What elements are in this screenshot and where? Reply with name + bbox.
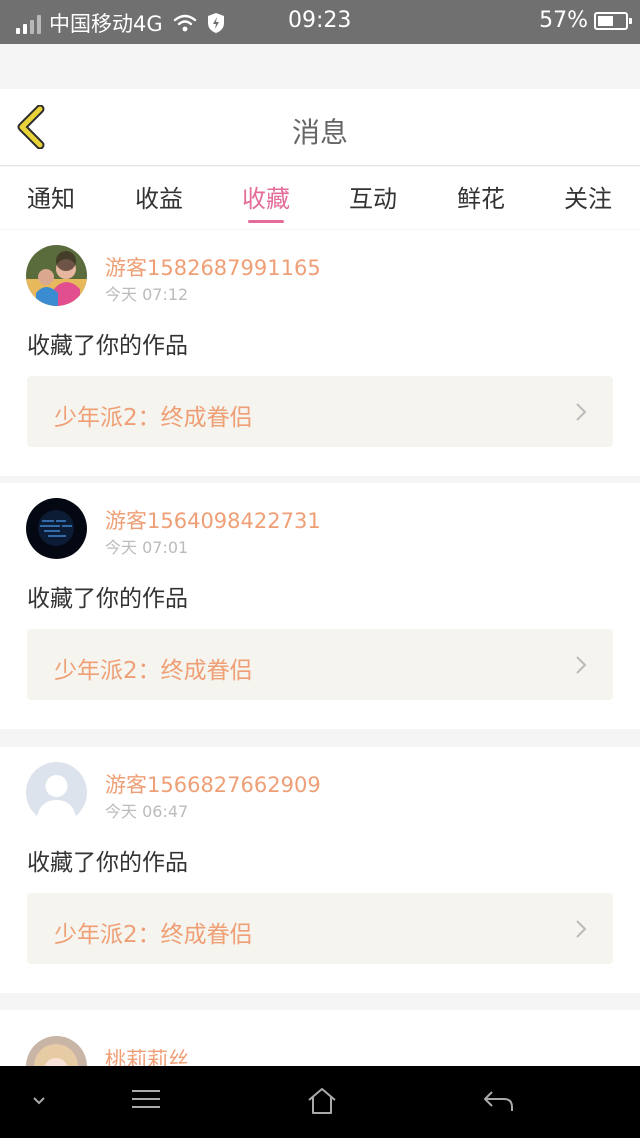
timestamp: 今天 07:01 — [105, 538, 189, 557]
chevron-right-icon — [576, 403, 587, 421]
work-link[interactable]: 少年派2：终成眷侣 — [27, 629, 613, 700]
username[interactable]: 游客1566827662909 — [105, 769, 321, 799]
back-arrow-icon[interactable] — [482, 1088, 514, 1114]
tab-notifications[interactable]: 通知 — [11, 179, 91, 214]
signal-icon — [16, 12, 41, 34]
tab-interactions[interactable]: 互动 — [333, 179, 413, 214]
message-card: 游客1564098422731 今天 07:01 收藏了你的作品 少年派2：终成… — [0, 483, 640, 729]
work-title: 少年派2：终成眷侣 — [54, 405, 253, 431]
carrier-label: 中国移动4G — [49, 12, 163, 36]
tab-flowers[interactable]: 鲜花 — [441, 179, 521, 214]
username[interactable]: 游客1564098422731 — [105, 505, 321, 535]
action-text: 收藏了你的作品 — [27, 333, 188, 359]
page-title: 消息 — [291, 116, 348, 149]
avatar[interactable] — [26, 1036, 87, 1066]
menu-icon[interactable] — [131, 1088, 161, 1110]
tab-label: 收藏 — [242, 185, 290, 213]
active-tab-indicator — [248, 220, 284, 223]
message-card: 桃莉莉丝 — [0, 1010, 640, 1066]
tab-label: 收益 — [135, 185, 183, 213]
clock: 09:23 — [288, 8, 352, 33]
header: 消息 — [0, 89, 640, 166]
tab-label: 通知 — [27, 185, 75, 213]
battery-percentage: 57% — [539, 8, 588, 33]
tab-earnings[interactable]: 收益 — [119, 179, 199, 214]
username[interactable]: 游客1582687991165 — [105, 252, 321, 282]
status-bar: 中国移动4G 09:23 57% — [0, 0, 640, 44]
chevron-right-icon — [576, 920, 587, 938]
work-title: 少年派2：终成眷侣 — [54, 658, 253, 684]
tab-favorites[interactable]: 收藏 — [226, 179, 306, 223]
timestamp: 今天 06:47 — [105, 802, 189, 821]
message-card: 游客1566827662909 今天 06:47 收藏了你的作品 少年派2：终成… — [0, 747, 640, 993]
tab-label: 鲜花 — [457, 185, 505, 213]
tab-label: 互动 — [349, 185, 397, 213]
chevron-right-icon — [576, 656, 587, 674]
avatar[interactable] — [26, 498, 87, 559]
chevron-down-icon[interactable] — [32, 1096, 46, 1106]
work-title: 少年派2：终成眷侣 — [54, 922, 253, 948]
avatar[interactable] — [26, 762, 87, 823]
avatar[interactable] — [26, 245, 87, 306]
work-link[interactable]: 少年派2：终成眷侣 — [27, 893, 613, 964]
tab-label: 关注 — [564, 185, 612, 213]
action-text: 收藏了你的作品 — [27, 850, 188, 876]
tab-follows[interactable]: 关注 — [548, 179, 628, 214]
wifi-icon — [173, 14, 196, 32]
tab-bar: 通知 收益 收藏 互动 鲜花 关注 — [0, 167, 640, 229]
message-card: 游客1582687991165 今天 07:12 收藏了你的作品 少年派2：终成… — [0, 230, 640, 476]
action-text: 收藏了你的作品 — [27, 586, 188, 612]
battery-icon — [594, 11, 632, 30]
work-link[interactable]: 少年派2：终成眷侣 — [27, 376, 613, 447]
home-icon[interactable] — [306, 1086, 338, 1116]
navigation-bar — [0, 1066, 640, 1138]
username[interactable]: 桃莉莉丝 — [105, 1044, 189, 1066]
timestamp: 今天 07:12 — [105, 285, 189, 304]
shield-icon — [207, 13, 224, 33]
